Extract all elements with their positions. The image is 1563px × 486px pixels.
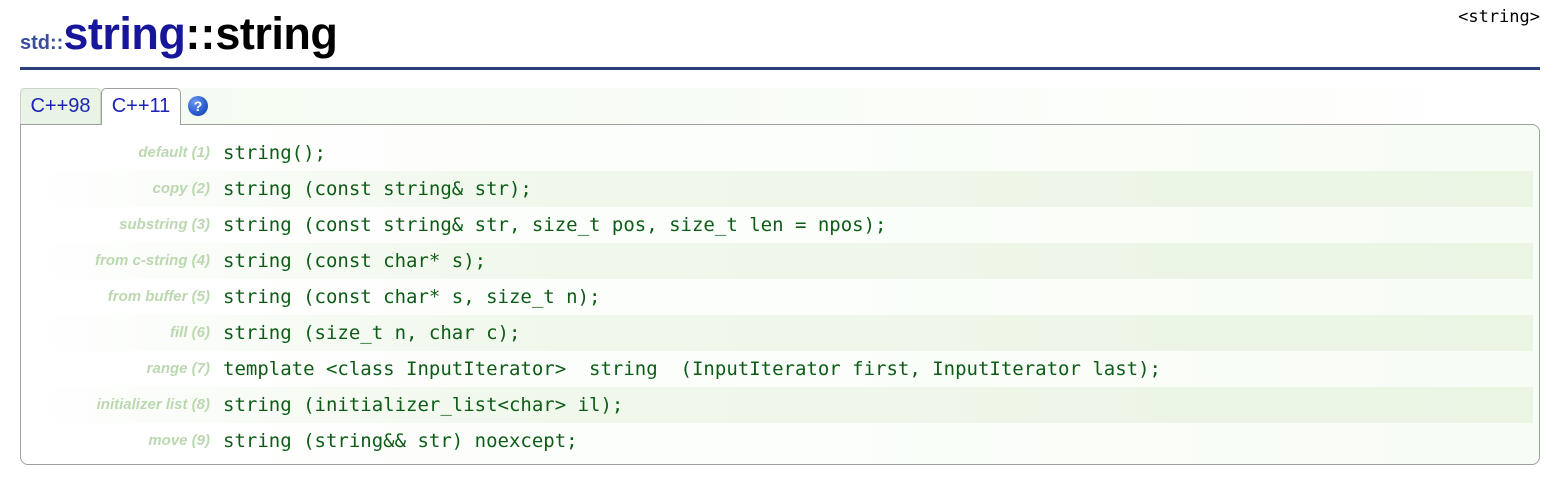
class-name-link[interactable]: string — [63, 8, 186, 59]
help-icon[interactable]: ? — [188, 96, 208, 116]
tab-cpp98[interactable]: C++98 — [20, 88, 101, 124]
overload-row: from buffer (5) string (const char* s, s… — [28, 279, 1533, 315]
overload-signature: string (string&& str) noexcept; — [223, 430, 578, 452]
function-name: string — [215, 8, 338, 59]
overload-label: fill (6) — [170, 324, 210, 341]
overload-label: substring (3) — [119, 216, 210, 233]
overload-row: range (7) template <class InputIterator>… — [28, 351, 1533, 387]
overload-row: fill (6) string (size_t n, char c); — [28, 315, 1533, 351]
page-title: std::string::string — [20, 6, 338, 62]
overload-row: move (9) string (string&& str) noexcept; — [28, 423, 1533, 459]
overload-label: from buffer (5) — [107, 288, 210, 305]
overload-label: move (9) — [148, 432, 210, 449]
overload-row: substring (3) string (const string& str,… — [28, 207, 1533, 243]
overload-row: initializer list (8) string (initializer… — [28, 387, 1533, 423]
overload-row: copy (2) string (const string& str); — [28, 171, 1533, 207]
overload-label: copy (2) — [152, 180, 210, 197]
namespace-prefix: std:: — [20, 32, 64, 54]
overload-label: initializer list (8) — [96, 396, 210, 413]
overload-signature: template <class InputIterator> string (I… — [223, 358, 1161, 380]
overload-signature: string(); — [223, 142, 326, 164]
tab-cpp11[interactable]: C++11 — [101, 88, 181, 125]
overload-row: default (1) string(); — [28, 135, 1533, 171]
overload-row: from c-string (4) string (const char* s)… — [28, 243, 1533, 279]
overload-signature: string (const string& str, size_t pos, s… — [223, 214, 887, 236]
overload-label: range (7) — [146, 360, 210, 377]
header-reference: <string> — [1458, 7, 1540, 27]
overload-label: from c-string (4) — [94, 252, 210, 269]
overload-signature: string (const char* s, size_t n); — [223, 286, 601, 308]
overload-signature: string (const string& str); — [223, 178, 532, 200]
overload-signature: string (initializer_list<char> il); — [223, 394, 624, 416]
version-tabs-bar — [20, 88, 1540, 124]
title-divider — [20, 67, 1540, 70]
overloads-panel: default (1) string(); copy (2) string (c… — [20, 124, 1540, 465]
overload-signature: string (size_t n, char c); — [223, 322, 521, 344]
overload-signature: string (const char* s); — [223, 250, 487, 272]
overload-label: default (1) — [138, 144, 210, 161]
scope-separator: :: — [185, 8, 216, 59]
